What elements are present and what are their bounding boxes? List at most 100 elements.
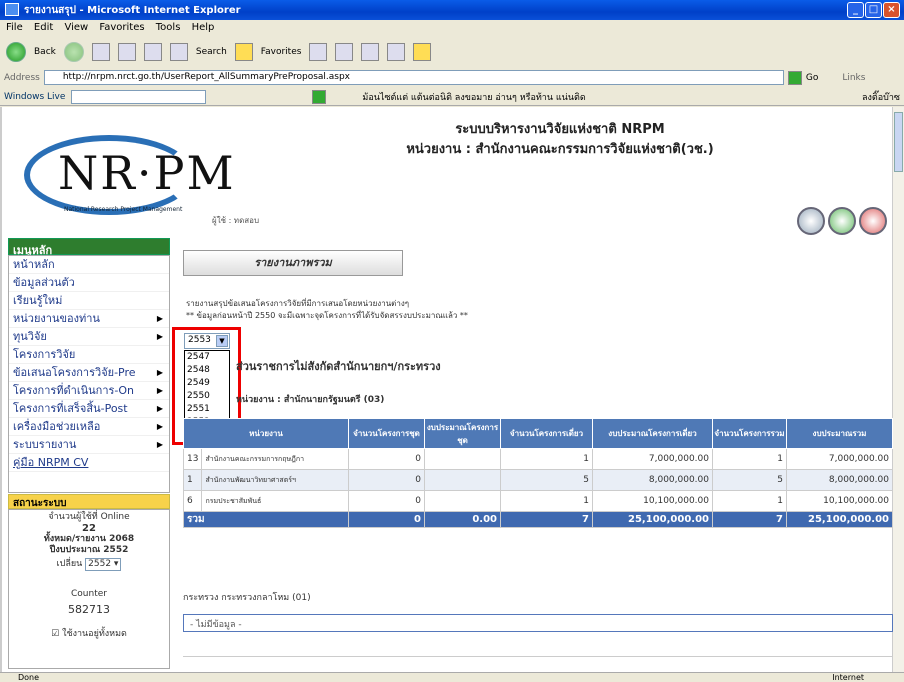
online-label: จำนวนผู้ใช้ที่ Online	[48, 512, 130, 522]
sidebar-item-profile[interactable]: ข้อมูลส่วนตัว	[9, 274, 169, 292]
sidebar-item-label: โครงการที่เสร็จสิ้น-Post	[13, 402, 128, 415]
online-count: 22	[82, 523, 96, 534]
total-label: ทั้งหมด/รายงาน 2068	[43, 534, 135, 544]
sidebar-item-manual[interactable]: คู่มือ NRPM CV	[9, 454, 169, 472]
table-header-row: หน่วยงาน จำนวนโครงการชุด งบประมาณโครงการ…	[183, 418, 893, 449]
print-round-icon[interactable]	[797, 207, 825, 235]
cell: 0	[348, 448, 425, 470]
sidebar-item-label: เครื่องมือช่วยเหลือ	[13, 420, 101, 433]
divider	[183, 656, 893, 657]
home-round-icon[interactable]	[828, 207, 856, 235]
cell: 13	[182, 448, 203, 470]
menu-header: เมนูหลัก	[8, 238, 170, 257]
search-icon[interactable]	[169, 43, 188, 61]
sidebar-item-on[interactable]: โครงการที่ดำเนินการ-On ▶	[9, 382, 169, 400]
home-icon[interactable]	[143, 43, 162, 61]
back-label[interactable]: Back	[34, 47, 56, 57]
section-title: ส่วนราชการไม่สังกัดสำนักนายกฯ/กระทรวง	[236, 360, 441, 373]
status-year-value: 2552	[88, 559, 112, 569]
cell: 7,000,000.00	[786, 448, 893, 470]
menu-edit[interactable]: Edit	[34, 22, 53, 33]
col-header: งบประมาณรวม	[786, 418, 893, 449]
refresh-icon[interactable]	[117, 43, 136, 61]
sidebar-item-label: ข้อเสนอโครงการวิจัย-Pre	[13, 366, 136, 379]
window-titlebar: รายงานสรุป - Microsoft Internet Explorer…	[0, 0, 904, 20]
forward-icon[interactable]	[63, 42, 84, 62]
cell	[424, 448, 501, 470]
cell: 1	[500, 448, 593, 470]
sidebar-item-label: ข้อมูลส่วนตัว	[13, 276, 75, 289]
sidebar-item-funding[interactable]: ทุนวิจัย ▶	[9, 328, 169, 346]
minimize-button[interactable]: _	[847, 2, 864, 18]
checkbox-icon[interactable]: ☑	[51, 629, 59, 639]
cell: 7	[500, 511, 593, 528]
summary-report-button[interactable]: รายงานภาพรวม	[183, 250, 403, 276]
status-year-select[interactable]: 2552 ▾	[85, 558, 122, 571]
edit-icon[interactable]	[387, 43, 406, 61]
sidebar-item-pre[interactable]: ข้อเสนอโครงการวิจัย-Pre ▶	[9, 364, 169, 382]
stop-icon[interactable]	[91, 43, 110, 61]
cell: กรมประชาสัมพันธ์	[201, 490, 349, 512]
zone-text: Internet	[832, 673, 864, 682]
wl-search-icon[interactable]	[312, 89, 327, 104]
address-input[interactable]: http://nrpm.nrct.go.th/UserReport_AllSum…	[43, 70, 784, 85]
close-button[interactable]: ×	[883, 2, 900, 18]
logout-round-icon[interactable]	[859, 207, 887, 235]
print-icon[interactable]	[361, 43, 380, 61]
mail-icon[interactable]	[335, 43, 354, 61]
menu-file[interactable]: File	[6, 22, 23, 33]
sidebar-item-tools[interactable]: เครื่องมือช่วยเหลือ ▶	[9, 418, 169, 436]
links-right[interactable]: ลงติ๊อบ๊าซ	[862, 90, 900, 104]
sidebar-item-reports[interactable]: ระบบรายงาน ▶	[9, 436, 169, 454]
cell: สำนักงานคณะกรรมการกฤษฎีกา	[201, 448, 349, 470]
sidebar-item-home[interactable]: หน้าหลัก	[9, 256, 169, 274]
scrollbar-thumb[interactable]	[894, 112, 903, 172]
links-label[interactable]: Links	[842, 73, 865, 83]
back-icon[interactable]	[6, 42, 26, 62]
links-items[interactable]: ม้อนไซต์แต่ แต้นต่อนิติ ลงขอมาย อ่านๆ หร…	[362, 90, 585, 104]
scrollbar[interactable]	[892, 107, 904, 672]
col-header: จำนวนโครงการเดี่ยว	[500, 418, 593, 449]
favorites-label[interactable]: Favorites	[261, 47, 302, 57]
sidebar-item-label: ทุนวิจัย	[13, 330, 47, 343]
submenu-arrow-icon: ▶	[156, 332, 163, 341]
history-icon[interactable]	[309, 43, 328, 61]
folder-icon[interactable]	[413, 43, 432, 61]
year-label: ปีงบประมาณ 2552	[49, 545, 129, 555]
org-title: หน่วยงาน : สำนักงานคณะกรรมการวิจัยแห่งชา…	[406, 142, 714, 157]
sidebar-item-post[interactable]: โครงการที่เสร็จสิ้น-Post ▶	[9, 400, 169, 418]
sidebar-item-label: เรียนรู้ใหม่	[13, 294, 63, 307]
sidebar-item-label: หน่วยงานของท่าน	[13, 312, 100, 325]
col-header: จำนวนโครงการชุด	[348, 418, 425, 449]
table-row: 1 สำนักงานพัฒนาวิทยาศาสตร์ฯ 0 5 8,000,00…	[182, 469, 893, 491]
cell: 6	[182, 490, 203, 512]
go-button[interactable]: Go	[806, 73, 818, 83]
sidebar-item-learn[interactable]: เรียนรู้ใหม่	[9, 292, 169, 310]
cell: รวม	[183, 511, 349, 528]
sidebar-item-projects[interactable]: โครงการวิจัย	[9, 346, 169, 364]
maximize-button[interactable]: □	[865, 2, 882, 18]
status-text: Done	[18, 673, 40, 682]
windows-live-search-input[interactable]	[71, 89, 207, 104]
sidebar-item-label: คู่มือ NRPM CV	[13, 456, 89, 469]
submenu-arrow-icon: ▶	[156, 386, 163, 395]
change-year-label: เปลี่ยน	[56, 559, 83, 569]
search-label[interactable]: Search	[196, 47, 227, 57]
counter-value: 582713	[68, 603, 110, 616]
submenu-arrow-icon: ▶	[156, 404, 163, 413]
submenu-arrow-icon: ▶	[156, 314, 163, 323]
cell: 0	[348, 490, 425, 512]
sidebar-item-label: ระบบรายงาน	[13, 438, 77, 451]
menu-tools[interactable]: Tools	[156, 22, 181, 33]
cell: 0	[348, 469, 425, 491]
menu-favorites[interactable]: Favorites	[99, 22, 144, 33]
submenu-arrow-icon: ▶	[156, 368, 163, 377]
sidebar-item-agency[interactable]: หน่วยงานของท่าน ▶	[9, 310, 169, 328]
go-icon[interactable]	[787, 70, 802, 85]
menu-help[interactable]: Help	[192, 22, 215, 33]
cell: 1	[500, 490, 593, 512]
favorites-icon[interactable]	[234, 43, 253, 61]
menu-view[interactable]: View	[64, 22, 88, 33]
ministry-title: กระทรวง กระทรวงกลาโหม (01)	[183, 593, 311, 603]
summary-table: หน่วยงาน จำนวนโครงการชุด งบประมาณโครงการ…	[182, 418, 893, 528]
